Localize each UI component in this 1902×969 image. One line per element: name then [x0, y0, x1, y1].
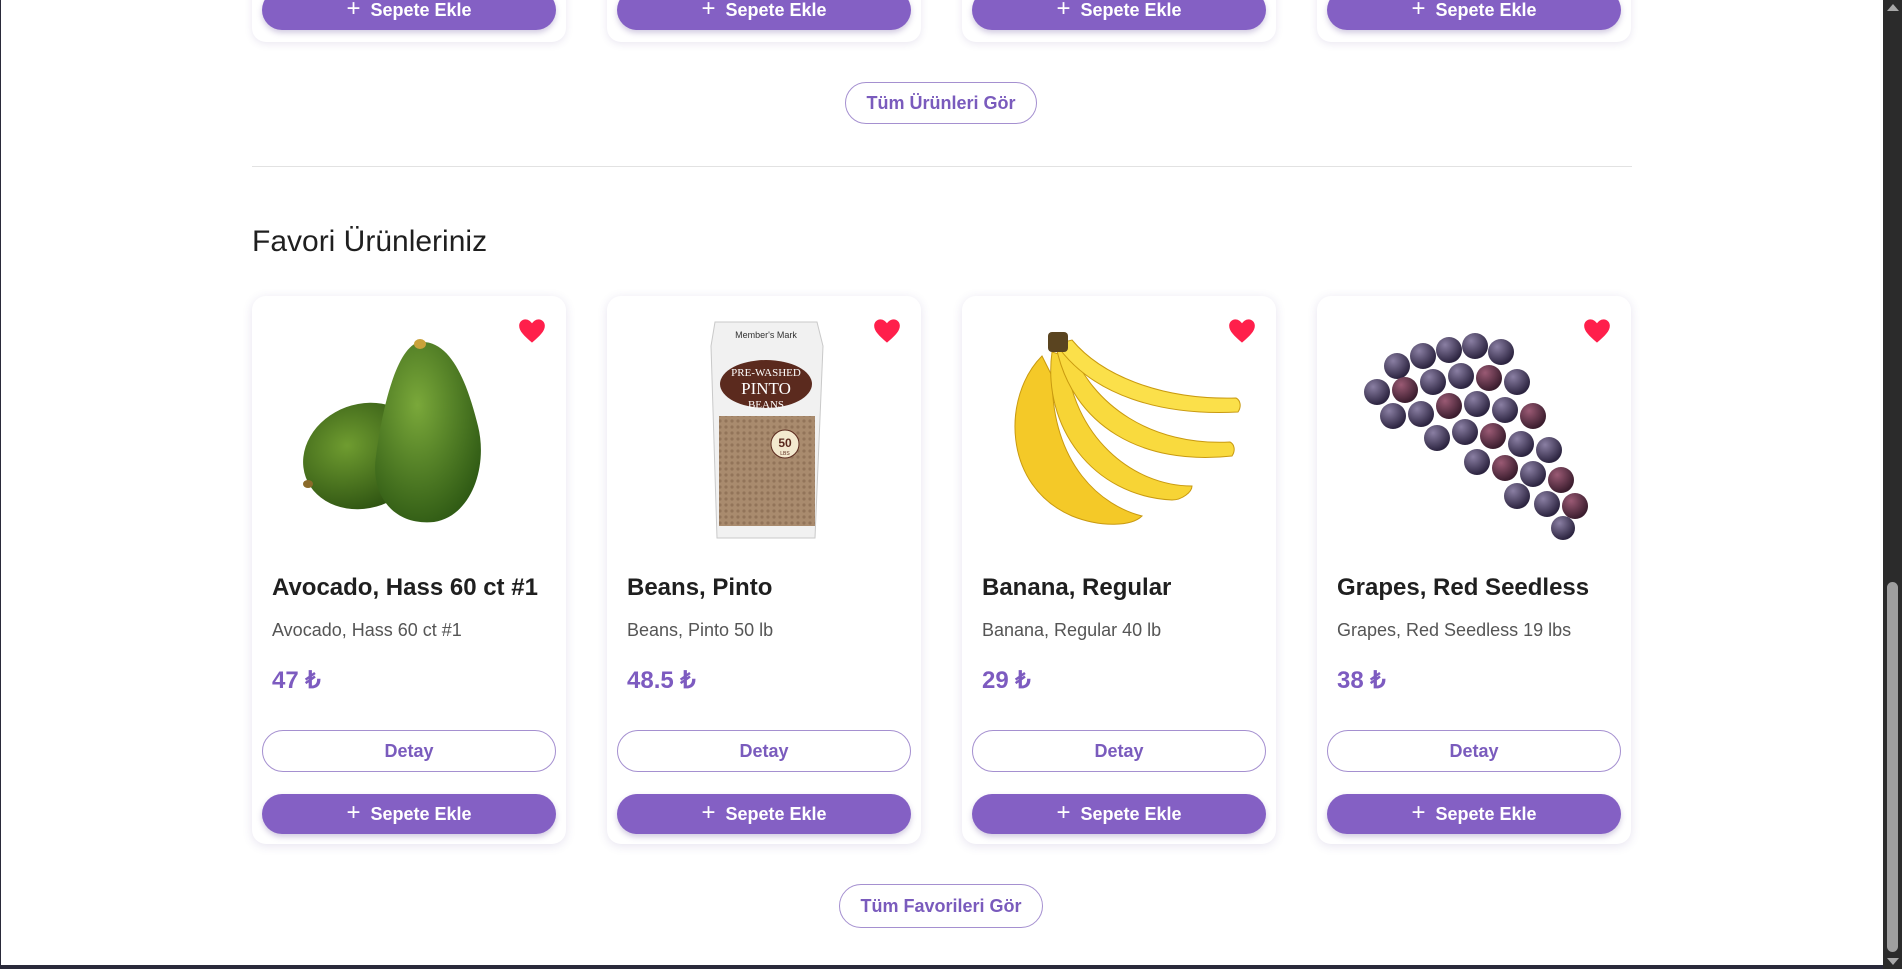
product-description: Grapes, Red Seedless 19 lbs — [1337, 620, 1572, 640]
window-frame-left — [0, 0, 1, 969]
plus-icon: + — [346, 799, 361, 826]
see-all-favorites-button[interactable]: Tüm Favorileri Gör — [839, 884, 1043, 928]
plus-icon: + — [701, 0, 716, 22]
heart-icon[interactable] — [1228, 318, 1256, 344]
favorite-card-avocado[interactable]: Avocado, Hass 60 ct #1 Avocado, Hass 60 … — [252, 296, 566, 844]
product-name[interactable]: Grapes, Red Seedless — [1337, 574, 1589, 602]
product-description: Avocado, Hass 60 ct #1 — [272, 620, 462, 640]
detail-button[interactable]: Detay — [617, 730, 911, 772]
scroll-down-icon[interactable] — [1887, 958, 1899, 965]
heart-icon[interactable] — [518, 318, 546, 344]
product-price: 47 ₺ — [272, 667, 321, 694]
svg-text:PINTO: PINTO — [741, 379, 791, 398]
favorites-grid: Avocado, Hass 60 ct #1 Avocado, Hass 60 … — [252, 296, 1632, 844]
plus-icon: + — [1056, 799, 1071, 826]
svg-text:Member's Mark: Member's Mark — [735, 330, 797, 340]
window-frame-bottom — [0, 965, 1883, 969]
plus-icon: + — [1411, 0, 1426, 22]
favorites-title: Favori Ürünleriniz — [252, 225, 488, 258]
svg-text:LBS: LBS — [780, 451, 790, 457]
product-name[interactable]: Beans, Pinto — [627, 574, 772, 602]
product-name[interactable]: Avocado, Hass 60 ct #1 — [272, 574, 538, 602]
heart-icon[interactable] — [1583, 318, 1611, 344]
favorite-card-grapes[interactable]: Grapes, Red Seedless Grapes, Red Seedles… — [1317, 296, 1631, 844]
pinto-beans-image: Member's Mark PRE-WASHED PINTO BEANS 50 … — [710, 321, 824, 539]
product-name[interactable]: Banana, Regular — [982, 574, 1171, 602]
svg-text:50: 50 — [778, 436, 792, 450]
scrollbar-thumb[interactable] — [1887, 582, 1898, 952]
heart-icon[interactable] — [873, 318, 901, 344]
favorite-card-beans[interactable]: Member's Mark PRE-WASHED PINTO BEANS 50 … — [607, 296, 921, 844]
product-card: + Sepete Ekle — [607, 0, 921, 42]
product-card: + Sepete Ekle — [962, 0, 1276, 42]
svg-text:PRE-WASHED: PRE-WASHED — [731, 367, 801, 379]
see-all-products-button[interactable]: Tüm Ürünleri Gör — [845, 82, 1037, 124]
svg-text:BEANS: BEANS — [748, 399, 784, 411]
add-to-cart-button[interactable]: + Sepete Ekle — [262, 794, 556, 834]
detail-button[interactable]: Detay — [1327, 730, 1621, 772]
add-to-cart-button[interactable]: + Sepete Ekle — [1327, 0, 1621, 30]
add-to-cart-button[interactable]: + Sepete Ekle — [617, 794, 911, 834]
section-divider — [252, 166, 1632, 167]
add-to-cart-button[interactable]: + Sepete Ekle — [1327, 794, 1621, 834]
grapes-image — [1364, 333, 1588, 540]
avocado-image — [303, 339, 481, 523]
add-to-cart-button[interactable]: + Sepete Ekle — [617, 0, 911, 30]
scroll-up-icon[interactable] — [1887, 4, 1899, 11]
favorite-card-banana[interactable]: Banana, Regular Banana, Regular 40 lb 29… — [962, 296, 1276, 844]
detail-button[interactable]: Detay — [972, 730, 1266, 772]
plus-icon: + — [1411, 799, 1426, 826]
product-price: 38 ₺ — [1337, 667, 1386, 694]
product-description: Beans, Pinto 50 lb — [627, 620, 774, 640]
vertical-scrollbar[interactable] — [1883, 0, 1902, 969]
add-to-cart-button[interactable]: + Sepete Ekle — [262, 0, 556, 30]
add-to-cart-button[interactable]: + Sepete Ekle — [972, 794, 1266, 834]
product-price: 29 ₺ — [982, 667, 1031, 694]
product-description: Banana, Regular 40 lb — [982, 620, 1162, 640]
product-card: + Sepete Ekle — [1317, 0, 1631, 42]
detail-button[interactable]: Detay — [262, 730, 556, 772]
add-to-cart-button[interactable]: + Sepete Ekle — [972, 0, 1266, 30]
banana-image — [1014, 332, 1241, 525]
plus-icon: + — [346, 0, 361, 22]
top-products-row: + Sepete Ekle + Sepete Ekle + Sepete Ekle +… — [252, 0, 1632, 42]
plus-icon: + — [701, 799, 716, 826]
product-price: 48.5 ₺ — [627, 667, 696, 694]
product-card: + Sepete Ekle — [252, 0, 566, 42]
plus-icon: + — [1056, 0, 1071, 22]
